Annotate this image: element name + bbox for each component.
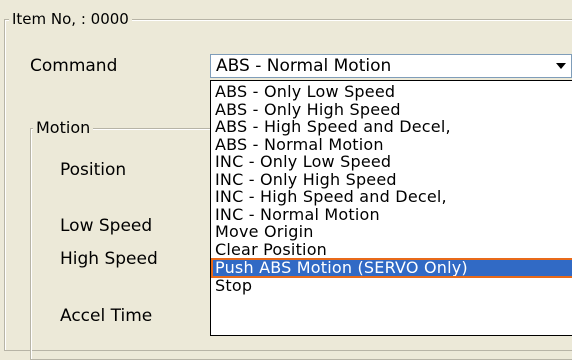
dropdown-option[interactable]: Clear Position <box>213 242 572 258</box>
motion-group-title: Motion <box>33 119 94 137</box>
command-dropdown-list[interactable]: ABS - Only Low Speed ABS - Only High Spe… <box>210 80 572 336</box>
dropdown-option[interactable]: ABS - High Speed and Decel, <box>213 119 572 135</box>
dropdown-option[interactable]: INC - High Speed and Decel, <box>213 189 572 205</box>
dropdown-option[interactable]: ABS - Only High Speed <box>213 102 572 118</box>
high-speed-label: High Speed <box>60 249 158 269</box>
command-combobox-value: ABS - Normal Motion <box>216 56 392 76</box>
dropdown-option[interactable]: Move Origin <box>213 224 572 240</box>
dropdown-option[interactable]: Stop <box>213 278 572 294</box>
dropdown-option[interactable]: INC - Only Low Speed <box>213 154 572 170</box>
command-combobox[interactable]: ABS - Normal Motion <box>210 54 572 78</box>
dropdown-option[interactable]: INC - Only High Speed <box>213 172 572 188</box>
low-speed-label: Low Speed <box>60 216 153 236</box>
dropdown-option-selected[interactable]: Push ABS Motion (SERVO Only) <box>211 258 572 278</box>
dropdown-option[interactable]: INC - Normal Motion <box>213 207 572 223</box>
accel-time-label: Accel Time <box>60 306 153 326</box>
command-label: Command <box>30 56 118 76</box>
dropdown-option[interactable]: ABS - Normal Motion <box>213 137 572 153</box>
chevron-down-icon[interactable] <box>551 55 571 77</box>
item-group-title: Item No, : 0000 <box>9 10 132 28</box>
dropdown-option[interactable]: ABS - Only Low Speed <box>213 84 572 100</box>
position-label: Position <box>60 160 127 180</box>
